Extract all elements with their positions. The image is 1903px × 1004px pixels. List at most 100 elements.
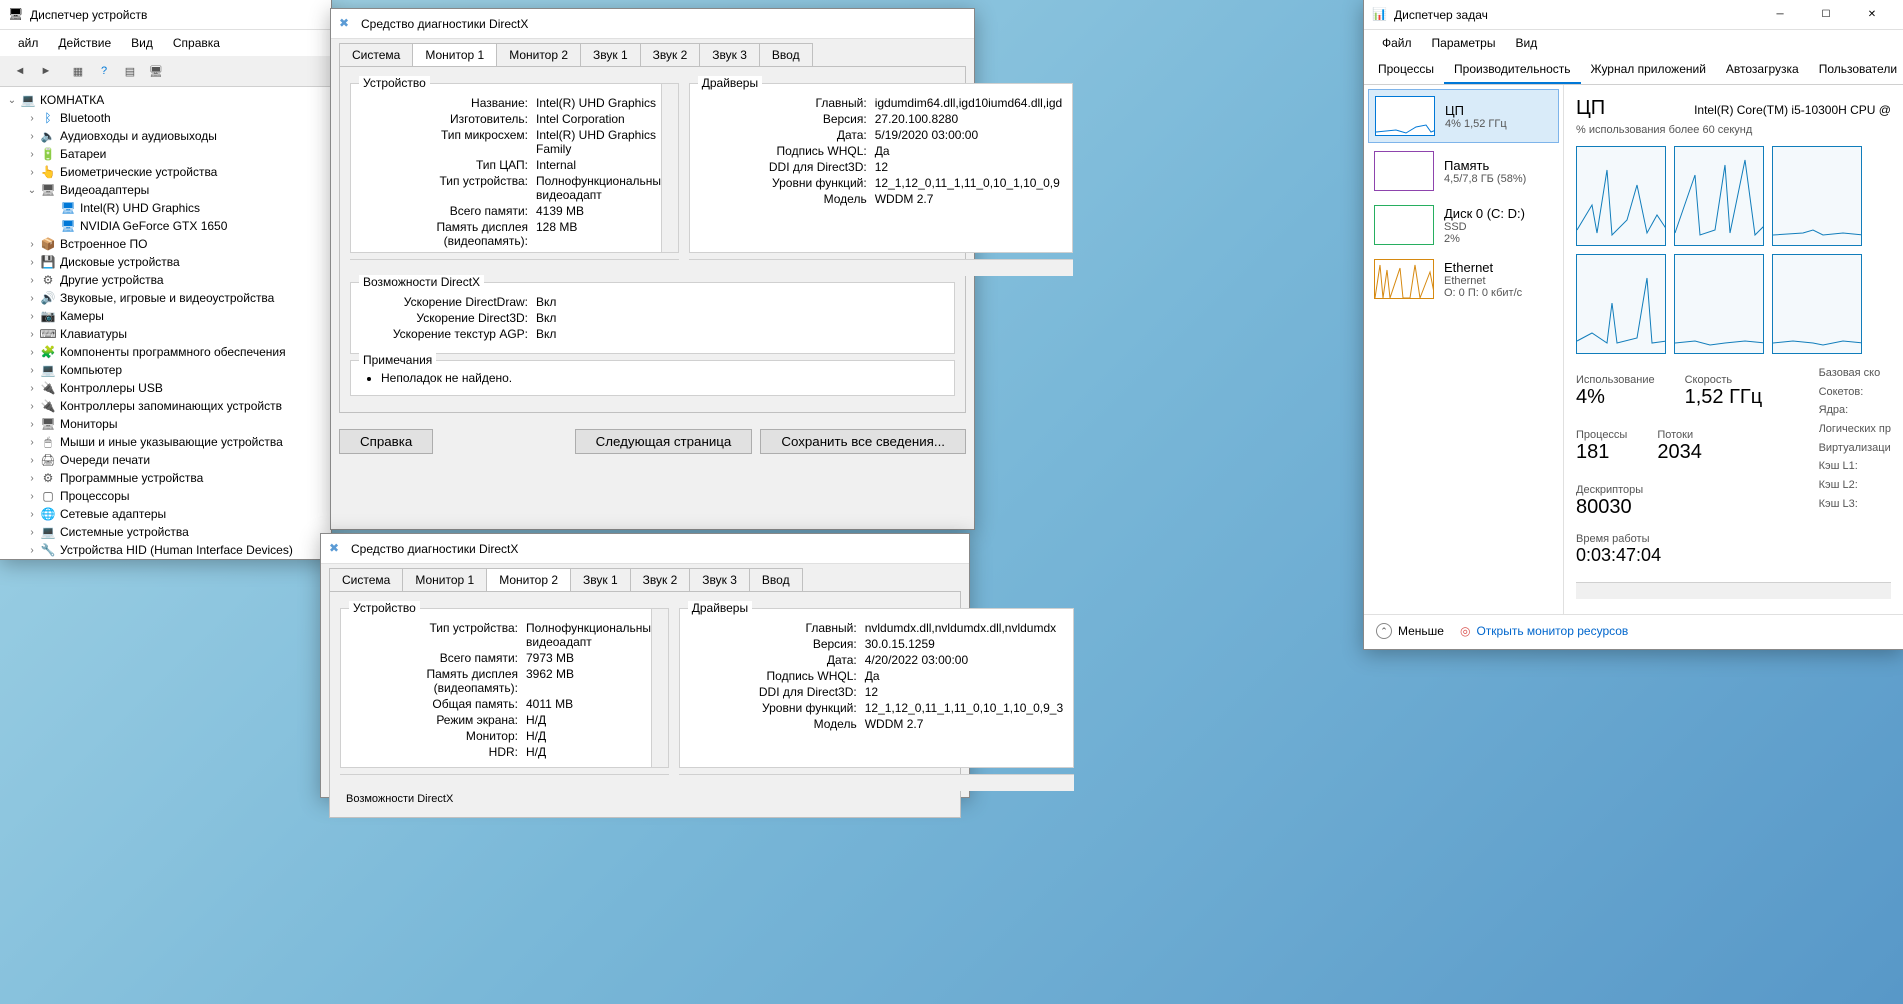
tree-device[interactable]: 🖥Intel(R) UHD Graphics [44, 199, 327, 217]
tab-system[interactable]: Система [339, 43, 413, 66]
tab-sound3[interactable]: Звук 3 [689, 568, 750, 591]
uptime-value: 0:03:47:04 [1576, 545, 1891, 566]
tb-help[interactable]: ? [92, 60, 116, 82]
tab-performance[interactable]: Производительность [1444, 56, 1580, 84]
performance-sidebar: ЦП4% 1,52 ГГц Память4,5/7,8 ГБ (58%) Дис… [1364, 85, 1564, 614]
legend: Устройство [359, 76, 430, 90]
tab-input[interactable]: Ввод [749, 568, 803, 591]
tab-input[interactable]: Ввод [759, 43, 813, 66]
tree-category[interactable]: ›🔊Звуковые, игровые и видеоустройства [24, 289, 327, 307]
tree-category[interactable]: ›⚙Другие устройства [24, 271, 327, 289]
tree-category[interactable]: ›👆Биометрические устройства [24, 163, 327, 181]
core-graph[interactable] [1772, 146, 1862, 246]
close-button[interactable]: ✕ [1849, 0, 1895, 30]
hscrollbar[interactable] [350, 259, 679, 276]
tree-category[interactable]: ›🔌Контроллеры USB [24, 379, 327, 397]
tree-device[interactable]: 🖥NVIDIA GeForce GTX 1650 [44, 217, 327, 235]
tree-category[interactable]: ›🌐Сетевые адаптеры [24, 505, 327, 523]
hscrollbar[interactable] [1576, 582, 1891, 599]
tab-monitor2[interactable]: Монитор 2 [496, 43, 581, 66]
tab-sound2[interactable]: Звук 2 [640, 43, 701, 66]
tab-startup[interactable]: Автозагрузка [1716, 56, 1809, 84]
tree-category[interactable]: ›🔌Контроллеры запоминающих устройств [24, 397, 327, 415]
core-graph[interactable] [1674, 254, 1764, 354]
tab-processes[interactable]: Процессы [1368, 56, 1444, 84]
tab-sound1[interactable]: Звук 1 [570, 568, 631, 591]
tab-monitor2[interactable]: Монитор 2 [486, 568, 571, 591]
open-resource-monitor-link[interactable]: ◎ Открыть монитор ресурсов [1460, 624, 1628, 638]
menu-help[interactable]: Справка [163, 32, 230, 54]
tree-category[interactable]: ›▢Процессоры [24, 487, 327, 505]
titlebar[interactable]: 📊 Диспетчер задач ─ ☐ ✕ [1364, 0, 1903, 30]
tree-category[interactable]: ›🔋Батареи [24, 145, 327, 163]
tree-category[interactable]: ›💻Системные устройства [24, 523, 327, 541]
fewer-details-link[interactable]: ⌃ Меньше [1376, 623, 1444, 639]
hscrollbar[interactable] [679, 774, 1074, 791]
sidebar-item-cpu[interactable]: ЦП4% 1,52 ГГц [1368, 89, 1559, 143]
menu-view[interactable]: Вид [1505, 32, 1547, 54]
tb-scan[interactable]: ▤ [118, 60, 142, 82]
titlebar[interactable]: 🖥 Диспетчер устройств [0, 0, 331, 30]
tree-category[interactable]: ›🖥Мониторы [24, 415, 327, 433]
save-all-button[interactable]: Сохранить все сведения... [760, 429, 966, 454]
tree-category[interactable]: ›🔈Аудиовходы и аудиовыходы [24, 127, 327, 145]
minimize-button[interactable]: ─ [1757, 0, 1803, 30]
menu-action[interactable]: Действие [48, 32, 121, 54]
tab-monitor1[interactable]: Монитор 1 [412, 43, 497, 66]
side-stat: Виртуализаци [1819, 439, 1891, 458]
dxdiag-icon: ✖ [329, 541, 345, 557]
tree-category[interactable]: ›⌨Клавиатуры [24, 325, 327, 343]
property-row: Версия:30.0.15.1259 [690, 637, 1063, 651]
scrollbar[interactable] [661, 84, 678, 252]
tab-sound1[interactable]: Звук 1 [580, 43, 641, 66]
sidebar-item-disk[interactable]: Диск 0 (C: D:)SSD2% [1368, 199, 1559, 251]
tree-category[interactable]: ›💾Дисковые устройства [24, 253, 327, 271]
core-graph[interactable] [1772, 254, 1862, 354]
titlebar[interactable]: ✖ Средство диагностики DirectX [321, 534, 969, 564]
side-stat: Ядра: [1819, 401, 1891, 420]
device-tree[interactable]: ⌄💻КОМНАТКА›ᛒBluetooth›🔈Аудиовходы и ауди… [0, 87, 331, 563]
tree-category[interactable]: ›🔧Устройства HID (Human Interface Device… [24, 541, 327, 559]
next-page-button[interactable]: Следующая страница [575, 429, 753, 454]
core-graph[interactable] [1576, 254, 1666, 354]
tab-monitor1[interactable]: Монитор 1 [402, 568, 487, 591]
menu-file[interactable]: Файл [1372, 32, 1422, 54]
tb-back[interactable]: ◄ [8, 60, 32, 82]
hscrollbar[interactable] [689, 259, 1073, 276]
core-graph[interactable] [1576, 146, 1666, 246]
maximize-button[interactable]: ☐ [1803, 0, 1849, 30]
tb-fwd[interactable]: ► [34, 60, 58, 82]
core-graph[interactable] [1674, 146, 1764, 246]
tree-category[interactable]: ›🖨Очереди печати [24, 451, 327, 469]
tab-system[interactable]: Система [329, 568, 403, 591]
tree-root[interactable]: ⌄💻КОМНАТКА [4, 91, 327, 109]
sidebar-item-mem[interactable]: Память4,5/7,8 ГБ (58%) [1368, 145, 1559, 197]
tab-users[interactable]: Пользователи [1809, 56, 1903, 84]
menu-view[interactable]: Вид [121, 32, 163, 54]
tree-category[interactable]: ›🧩Компоненты программного обеспечения [24, 343, 327, 361]
tree-category[interactable]: ›🖱Мыши и иные указывающие устройства [24, 433, 327, 451]
tree-category[interactable]: ›📦Встроенное ПО [24, 235, 327, 253]
window-title: Диспетчер задач [1394, 8, 1757, 22]
mini-graph [1374, 205, 1434, 245]
menu-options[interactable]: Параметры [1422, 32, 1506, 54]
tab-apphistory[interactable]: Журнал приложений [1581, 56, 1716, 84]
titlebar[interactable]: ✖ Средство диагностики DirectX [331, 9, 974, 39]
scrollbar[interactable] [651, 609, 668, 767]
tb-showhide[interactable]: ▦ [66, 60, 90, 82]
tb-monitor[interactable]: 🖥 [144, 60, 168, 82]
tree-category[interactable]: ›📷Камеры [24, 307, 327, 325]
taskmgr-icon: 📊 [1372, 7, 1388, 23]
tab-sound2[interactable]: Звук 2 [630, 568, 691, 591]
tree-category[interactable]: ›ᛒBluetooth [24, 109, 327, 127]
tree-category[interactable]: ⌄🖥Видеоадаптеры [24, 181, 327, 199]
property-row: Монитор:Н/Д [351, 729, 658, 743]
help-button[interactable]: Справка [339, 429, 433, 454]
tab-sound3[interactable]: Звук 3 [699, 43, 760, 66]
property-row: HDR:Н/Д [351, 745, 658, 759]
hscrollbar[interactable] [340, 774, 669, 791]
tree-category[interactable]: ›⚙Программные устройства [24, 469, 327, 487]
sidebar-item-net[interactable]: EthernetEthernetО: 0 П: 0 кбит/с [1368, 253, 1559, 305]
menu-file[interactable]: айл [8, 32, 48, 54]
tree-category[interactable]: ›💻Компьютер [24, 361, 327, 379]
